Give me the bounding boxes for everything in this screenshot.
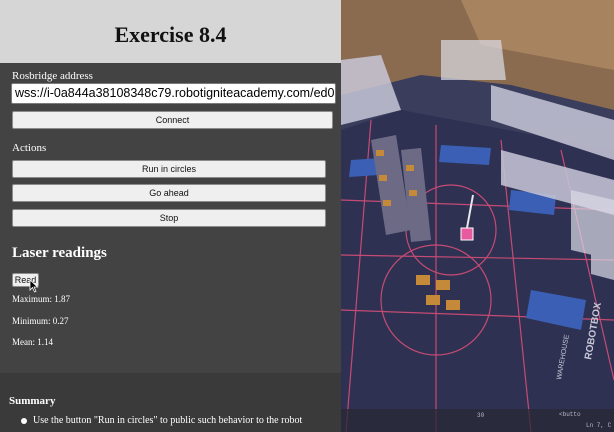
warehouse-scene: ROBOTBOX WAREHOUSE	[341, 0, 614, 432]
status-line-column: Ln 7, C	[586, 422, 612, 429]
stop-label: Stop	[159, 213, 179, 223]
status-number: 30	[477, 412, 485, 419]
laser-readings-heading: Laser readings	[12, 245, 107, 261]
run-in-circles-label: Run in circles	[141, 164, 197, 174]
status-code-snippet: <butto	[559, 411, 581, 418]
actions-label: Actions	[12, 142, 47, 154]
run-in-circles-button[interactable]: Run in circles	[12, 160, 326, 178]
summary-item: Use the button "Run in circles" to publi…	[33, 415, 303, 426]
mouse-pointer-icon	[29, 279, 39, 293]
page-header: Exercise 8.4	[0, 0, 341, 63]
rosbridge-address-label: Rosbridge address	[12, 70, 93, 82]
laser-maximum: Maximum: 1.87	[12, 294, 70, 304]
laser-minimum: Minimum: 0.27	[12, 316, 69, 326]
go-ahead-button[interactable]: Go ahead	[12, 184, 326, 202]
connect-button[interactable]: Connect	[12, 111, 333, 129]
simulation-viewport[interactable]: ROBOTBOX WAREHOUSE 30 <butto Ln 7, C	[341, 0, 614, 432]
page-title: Exercise 8.4	[114, 22, 227, 47]
summary-section: Summary Use the button "Run in circles" …	[0, 373, 341, 432]
web-app-panel: Exercise 8.4 Rosbridge address wss://i-0…	[0, 0, 341, 432]
summary-heading: Summary	[9, 395, 56, 407]
connect-button-label: Connect	[155, 115, 190, 125]
laser-mean: Mean: 1.14	[12, 337, 53, 347]
stop-button[interactable]: Stop	[12, 209, 326, 227]
go-ahead-label: Go ahead	[149, 188, 189, 198]
bullet-icon	[21, 418, 27, 424]
rosbridge-address-input[interactable]: wss://i-0a844a38108348c79.robotigniteaca…	[11, 83, 336, 104]
